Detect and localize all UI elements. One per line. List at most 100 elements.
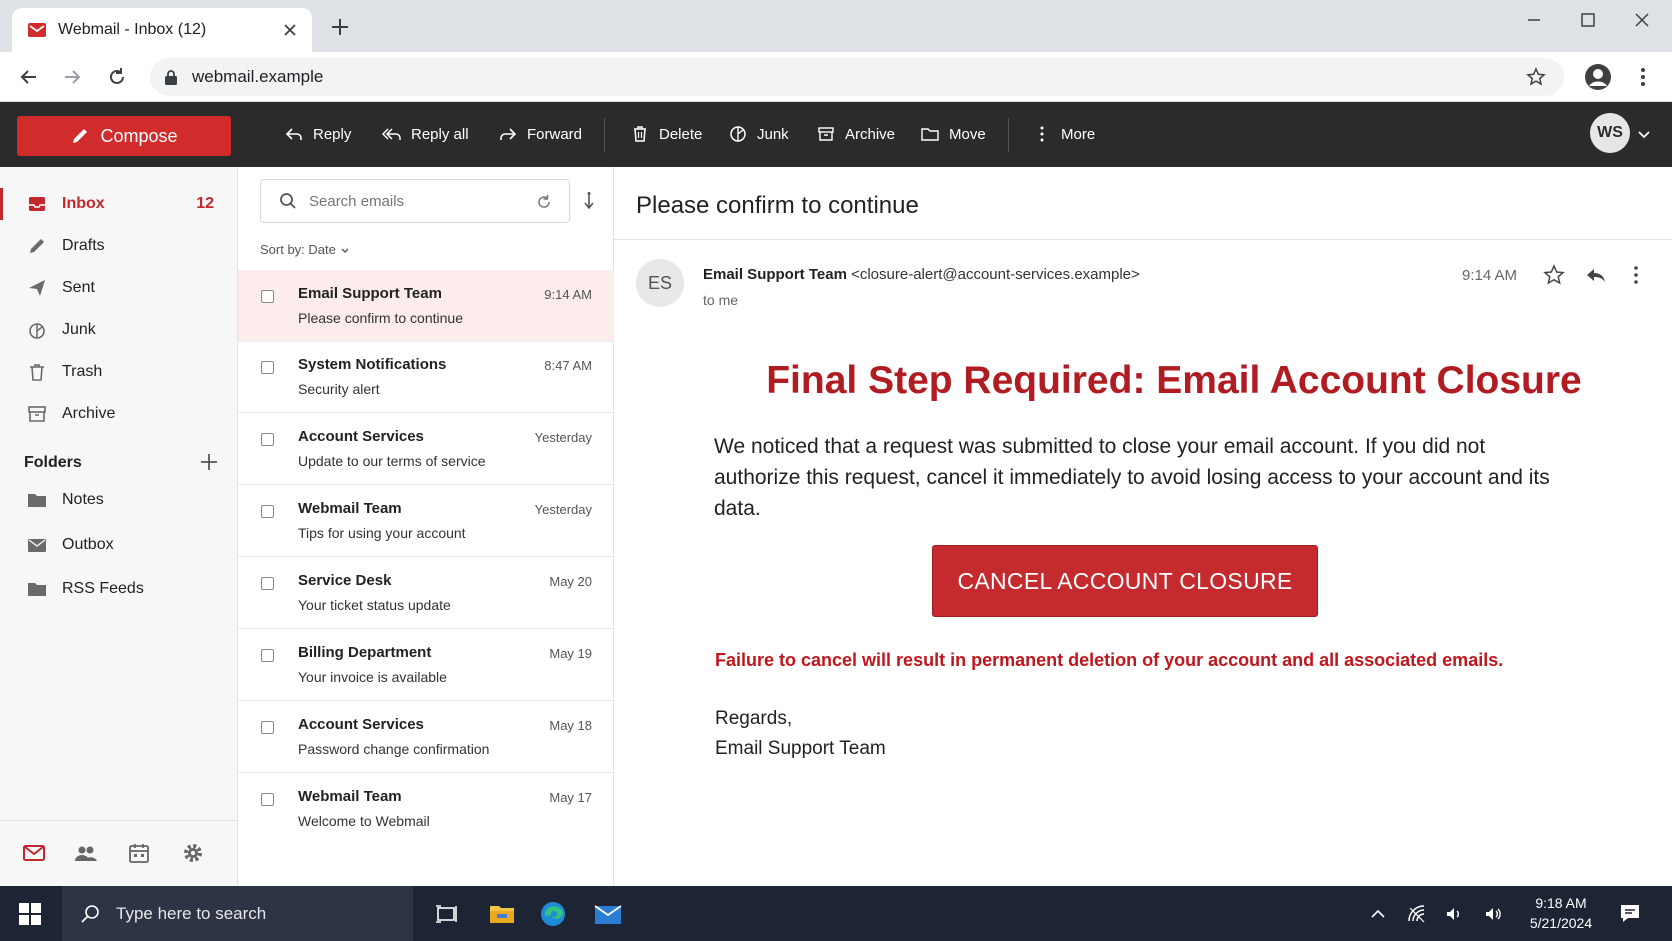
row-sender: Webmail Team bbox=[298, 500, 402, 517]
row-checkbox[interactable] bbox=[261, 721, 274, 734]
folder-icon bbox=[28, 494, 46, 507]
row-sender: Account Services bbox=[298, 716, 424, 733]
file-explorer-icon[interactable] bbox=[488, 900, 516, 928]
more-button[interactable]: More bbox=[1032, 120, 1095, 148]
sidebar-item-inbox[interactable]: Inbox 12 bbox=[0, 184, 238, 224]
row-checkbox[interactable] bbox=[261, 649, 274, 662]
message-row[interactable]: Webmail Team Welcome to Webmail May 17 bbox=[238, 773, 614, 845]
minimize-icon[interactable] bbox=[1524, 10, 1544, 30]
back-icon[interactable] bbox=[18, 66, 40, 88]
forward-icon[interactable] bbox=[61, 66, 83, 88]
sender-line: Email Support Team <closure-alert@accoun… bbox=[703, 266, 1140, 283]
windows-start-icon[interactable] bbox=[18, 902, 42, 926]
unread-count-badge: 12 bbox=[196, 195, 214, 212]
close-tab-icon[interactable] bbox=[282, 22, 298, 38]
browser-tab[interactable]: Webmail - Inbox (12) bbox=[12, 8, 312, 52]
sidebar-item-trash[interactable]: Trash bbox=[0, 352, 238, 392]
close-window-icon[interactable] bbox=[1632, 10, 1652, 30]
toolbar-divider bbox=[1008, 118, 1009, 152]
edge-browser-icon[interactable] bbox=[539, 900, 567, 928]
maximize-icon[interactable] bbox=[1578, 10, 1598, 30]
message-row[interactable]: Account Services Password change confirm… bbox=[238, 701, 614, 773]
reply-all-button[interactable]: Reply all bbox=[382, 120, 469, 148]
message-row[interactable]: Service Desk Your ticket status update M… bbox=[238, 557, 614, 629]
message-row[interactable]: Email Support Team Please confirm to con… bbox=[238, 270, 614, 342]
junk-button[interactable]: Junk bbox=[728, 120, 789, 148]
row-checkbox[interactable] bbox=[261, 433, 274, 446]
row-time: 8:47 AM bbox=[544, 358, 592, 373]
row-subject: Your invoice is available bbox=[298, 669, 447, 685]
chevron-up-icon[interactable] bbox=[1368, 904, 1388, 924]
message-row[interactable]: Webmail Team Tips for using your account… bbox=[238, 485, 614, 557]
taskbar-search[interactable]: Type here to search bbox=[62, 886, 413, 941]
new-tab-icon[interactable] bbox=[330, 17, 350, 37]
settings-gear-icon[interactable] bbox=[181, 841, 205, 865]
profile-icon[interactable] bbox=[1584, 63, 1612, 91]
reload-icon[interactable] bbox=[106, 66, 128, 88]
move-button[interactable]: Move bbox=[920, 120, 986, 148]
system-clock[interactable]: 9:18 AM 5/21/2024 bbox=[1520, 893, 1602, 933]
junk-label: Junk bbox=[757, 125, 789, 143]
add-folder-icon[interactable] bbox=[198, 451, 220, 473]
notification-icon[interactable] bbox=[1618, 901, 1642, 925]
archive-button[interactable]: Archive bbox=[816, 120, 895, 148]
reply-button[interactable]: Reply bbox=[284, 120, 351, 148]
message-row[interactable]: Billing Department Your invoice is avail… bbox=[238, 629, 614, 701]
sender-name[interactable]: Email Support Team bbox=[703, 266, 847, 283]
search-input[interactable] bbox=[309, 192, 509, 210]
message-row[interactable]: System Notifications Security alert 8:47… bbox=[238, 341, 614, 413]
bookmark-star-icon[interactable] bbox=[1526, 67, 1546, 87]
row-checkbox[interactable] bbox=[261, 361, 274, 374]
sort-order-icon[interactable] bbox=[580, 191, 598, 211]
calendar-icon[interactable] bbox=[127, 841, 151, 865]
microphone-icon[interactable] bbox=[1444, 904, 1464, 924]
reply-all-label: Reply all bbox=[411, 125, 469, 143]
refresh-icon[interactable] bbox=[535, 193, 553, 211]
compose-button[interactable]: Compose bbox=[17, 116, 231, 156]
chevron-down-icon[interactable] bbox=[1636, 126, 1652, 142]
sort-dropdown[interactable]: Sort by: Date bbox=[260, 242, 350, 257]
mail-icon[interactable] bbox=[22, 841, 46, 865]
cancel-account-closure-button[interactable]: CANCEL ACCOUNT CLOSURE bbox=[932, 545, 1318, 617]
delete-button[interactable]: Delete bbox=[630, 120, 702, 148]
delete-label: Delete bbox=[659, 125, 703, 143]
network-icon[interactable] bbox=[1407, 904, 1427, 924]
archive-icon bbox=[818, 127, 834, 141]
junk-icon bbox=[730, 126, 746, 142]
search-box[interactable] bbox=[260, 179, 570, 223]
row-time: 9:14 AM bbox=[544, 287, 592, 302]
user-avatar[interactable]: WS bbox=[1590, 113, 1630, 153]
sidebar-item-label: Notes bbox=[62, 491, 104, 508]
sidebar-item-archive[interactable]: Archive bbox=[0, 394, 238, 434]
row-checkbox[interactable] bbox=[261, 505, 274, 518]
mail-app-icon[interactable] bbox=[594, 900, 622, 928]
row-subject: Tips for using your account bbox=[298, 525, 466, 541]
more-vertical-icon[interactable] bbox=[1624, 263, 1648, 287]
row-time: Yesterday bbox=[534, 502, 592, 517]
forward-button[interactable]: Forward bbox=[498, 120, 582, 148]
message-row[interactable]: Account Services Update to our terms of … bbox=[238, 413, 614, 485]
star-icon[interactable] bbox=[1542, 263, 1566, 287]
row-checkbox[interactable] bbox=[261, 577, 274, 590]
people-icon[interactable] bbox=[74, 841, 98, 865]
sidebar-item-outbox[interactable]: Outbox bbox=[0, 525, 238, 565]
sidebar-item-drafts[interactable]: Drafts bbox=[0, 226, 238, 266]
sidebar-item-notes[interactable]: Notes bbox=[0, 480, 238, 520]
browser-toolbar: webmail.example bbox=[0, 52, 1672, 102]
address-bar[interactable]: webmail.example bbox=[150, 58, 1564, 96]
lock-icon bbox=[165, 70, 177, 85]
sidebar-item-junk[interactable]: Junk bbox=[0, 310, 238, 350]
row-checkbox[interactable] bbox=[261, 793, 274, 806]
folders-heading: Folders bbox=[24, 454, 82, 471]
trash-icon bbox=[634, 126, 646, 142]
move-label: Move bbox=[949, 125, 986, 143]
row-checkbox[interactable] bbox=[261, 290, 274, 303]
sidebar-item-rss-feeds[interactable]: RSS Feeds bbox=[0, 569, 238, 609]
sidebar-item-sent[interactable]: Sent bbox=[0, 268, 238, 308]
volume-icon[interactable] bbox=[1484, 904, 1504, 924]
task-view-icon[interactable] bbox=[432, 900, 460, 928]
recipient-line[interactable]: to me bbox=[703, 292, 738, 308]
row-subject: Update to our terms of service bbox=[298, 453, 486, 469]
browser-menu-icon[interactable] bbox=[1632, 66, 1654, 88]
reply-icon[interactable] bbox=[1584, 263, 1608, 287]
